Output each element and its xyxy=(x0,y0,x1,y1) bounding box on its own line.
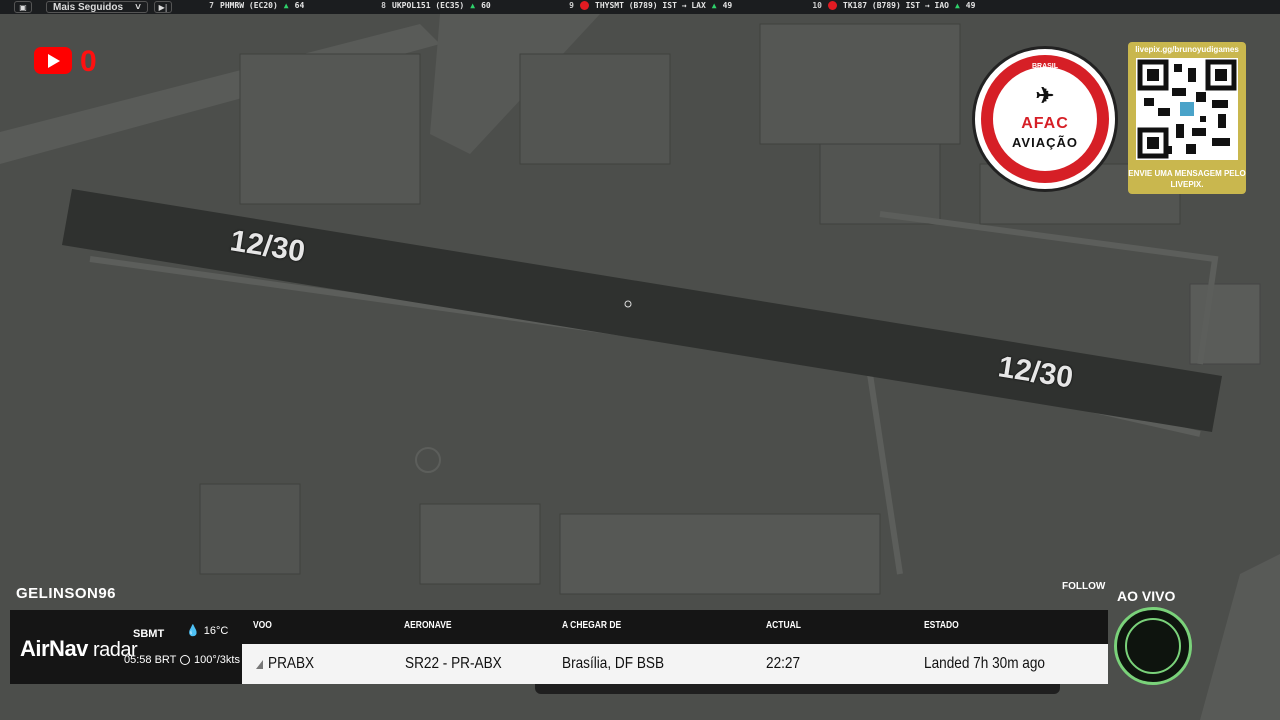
chevron-down-icon: ˅ xyxy=(135,1,141,13)
afac-top-text: BRASIL xyxy=(1031,63,1059,70)
ranking-select-label: Mais Seguidos xyxy=(53,1,124,13)
weather-drop-icon: 💧 xyxy=(186,625,200,637)
airline-flag-icon xyxy=(580,1,589,10)
local-time: 05:58 BRT xyxy=(124,654,177,666)
youtube-badge: 0 xyxy=(34,44,97,77)
airport-icao: SBMT xyxy=(133,628,165,640)
header-aircraft: AERONAVE xyxy=(404,620,452,631)
ranking-select[interactable]: Mais Seguidos ˅ xyxy=(46,1,148,13)
header-actual: ACTUAL xyxy=(766,620,801,631)
afac-line2: AVIAÇÃO xyxy=(1012,135,1078,150)
ticker-followers: 49 xyxy=(965,1,976,10)
ticker-followers: 49 xyxy=(722,1,733,10)
table-header: VOO AERONAVE A CHEGAR DE ACTUAL ESTADO xyxy=(242,610,1108,643)
youtube-count: 0 xyxy=(80,45,97,78)
afac-line1: AFAC xyxy=(1021,115,1069,132)
ticker-rank: 9 xyxy=(569,1,574,10)
skip-next-icon: ▶| xyxy=(158,2,168,12)
ticker-rank: 7 xyxy=(209,1,214,10)
ticker-flight: THYSMT (B789) IST → LAX xyxy=(595,1,706,10)
ticker-flight: UKPOL151 (EC35) xyxy=(392,1,465,10)
qr-code-icon xyxy=(1136,58,1238,160)
airline-flag-icon xyxy=(828,1,837,10)
ticker-item[interactable]: 8 UKPOL151 (EC35) ▲ 60 xyxy=(372,1,491,10)
ticker-followers: 64 xyxy=(294,1,305,10)
ticker-flight: TK187 (B789) IST → IAO xyxy=(843,1,949,10)
ticker-rank: 8 xyxy=(381,1,386,10)
qr-url: livepix.gg/brunoyudigames xyxy=(1135,45,1239,54)
screen-icon: ▣ xyxy=(19,2,27,12)
ticker-item[interactable]: 10 TK187 (B789) IST → IAO ▲ 49 xyxy=(808,1,975,10)
airplane-badge-icon xyxy=(1125,618,1181,674)
row-origin: Brasília, DF BSB xyxy=(562,655,665,672)
afac-logo: BRASIL ✈ AFAC AVIAÇÃO xyxy=(972,46,1118,192)
follow-button[interactable]: FOLLOW xyxy=(1062,581,1105,592)
followers-icon: ▲ xyxy=(283,1,289,10)
header-origin: A CHEGAR DE xyxy=(562,620,622,631)
ticker-rank: 10 xyxy=(812,1,822,10)
aircraft-direction-icon xyxy=(256,660,263,669)
followers-icon: ▲ xyxy=(470,1,476,10)
row-status: Landed 7h 30m ago xyxy=(924,655,1045,672)
header-status: ESTADO xyxy=(924,620,959,631)
table-row[interactable]: PRABX SR22 - PR-ABX Brasília, DF BSB 22:… xyxy=(242,644,1108,684)
ticker-followers: 60 xyxy=(481,1,491,10)
temperature-value: 16°C xyxy=(203,624,229,637)
temperature: 💧 16°C xyxy=(186,624,229,638)
qr-message: ENVIE UMA MENSAGEM PELO LIVEPIX. xyxy=(1128,169,1246,189)
followers-icon: ▲ xyxy=(954,1,960,10)
youtube-icon xyxy=(34,47,72,74)
header-flight: VOO xyxy=(253,620,272,631)
row-aircraft: SR22 - PR-ABX xyxy=(405,655,502,672)
airplane-icon: ✈ xyxy=(1035,83,1055,108)
airnav-brand: AirNav radar xyxy=(20,636,138,662)
streamer-name: GELINSON96 xyxy=(16,585,117,602)
screen-toggle-button[interactable]: ▣ xyxy=(14,1,32,13)
live-label: AO VIVO xyxy=(1117,588,1176,604)
wind-icon xyxy=(180,655,190,665)
skip-button[interactable]: ▶| xyxy=(154,1,172,13)
wind: 100°/3kts xyxy=(180,654,240,666)
ticker-item[interactable]: 7 PHMRW (EC20) ▲ 64 xyxy=(200,1,304,10)
building-block xyxy=(239,53,421,205)
ticker-item[interactable]: 9 THYSMT (B789) IST → LAX ▲ 49 xyxy=(560,1,732,10)
airnav-brand-bold: AirNav xyxy=(20,636,88,661)
channel-badge xyxy=(1114,607,1192,685)
row-flight: PRABX xyxy=(268,655,315,672)
wind-value: 100°/3kts xyxy=(194,654,240,666)
livepix-qr-card: livepix.gg/brunoyudigames ENVIE UMA MENS… xyxy=(1128,42,1246,194)
top-ticker-bar: ▣ Mais Seguidos ˅ ▶| 7 PHMRW (EC20) ▲ 64… xyxy=(0,0,1280,14)
ticker-flight: PHMRW (EC20) xyxy=(220,1,278,10)
row-actual: 22:27 xyxy=(766,655,801,672)
followers-icon: ▲ xyxy=(711,1,717,10)
hidden-menu-bar xyxy=(535,684,1060,694)
